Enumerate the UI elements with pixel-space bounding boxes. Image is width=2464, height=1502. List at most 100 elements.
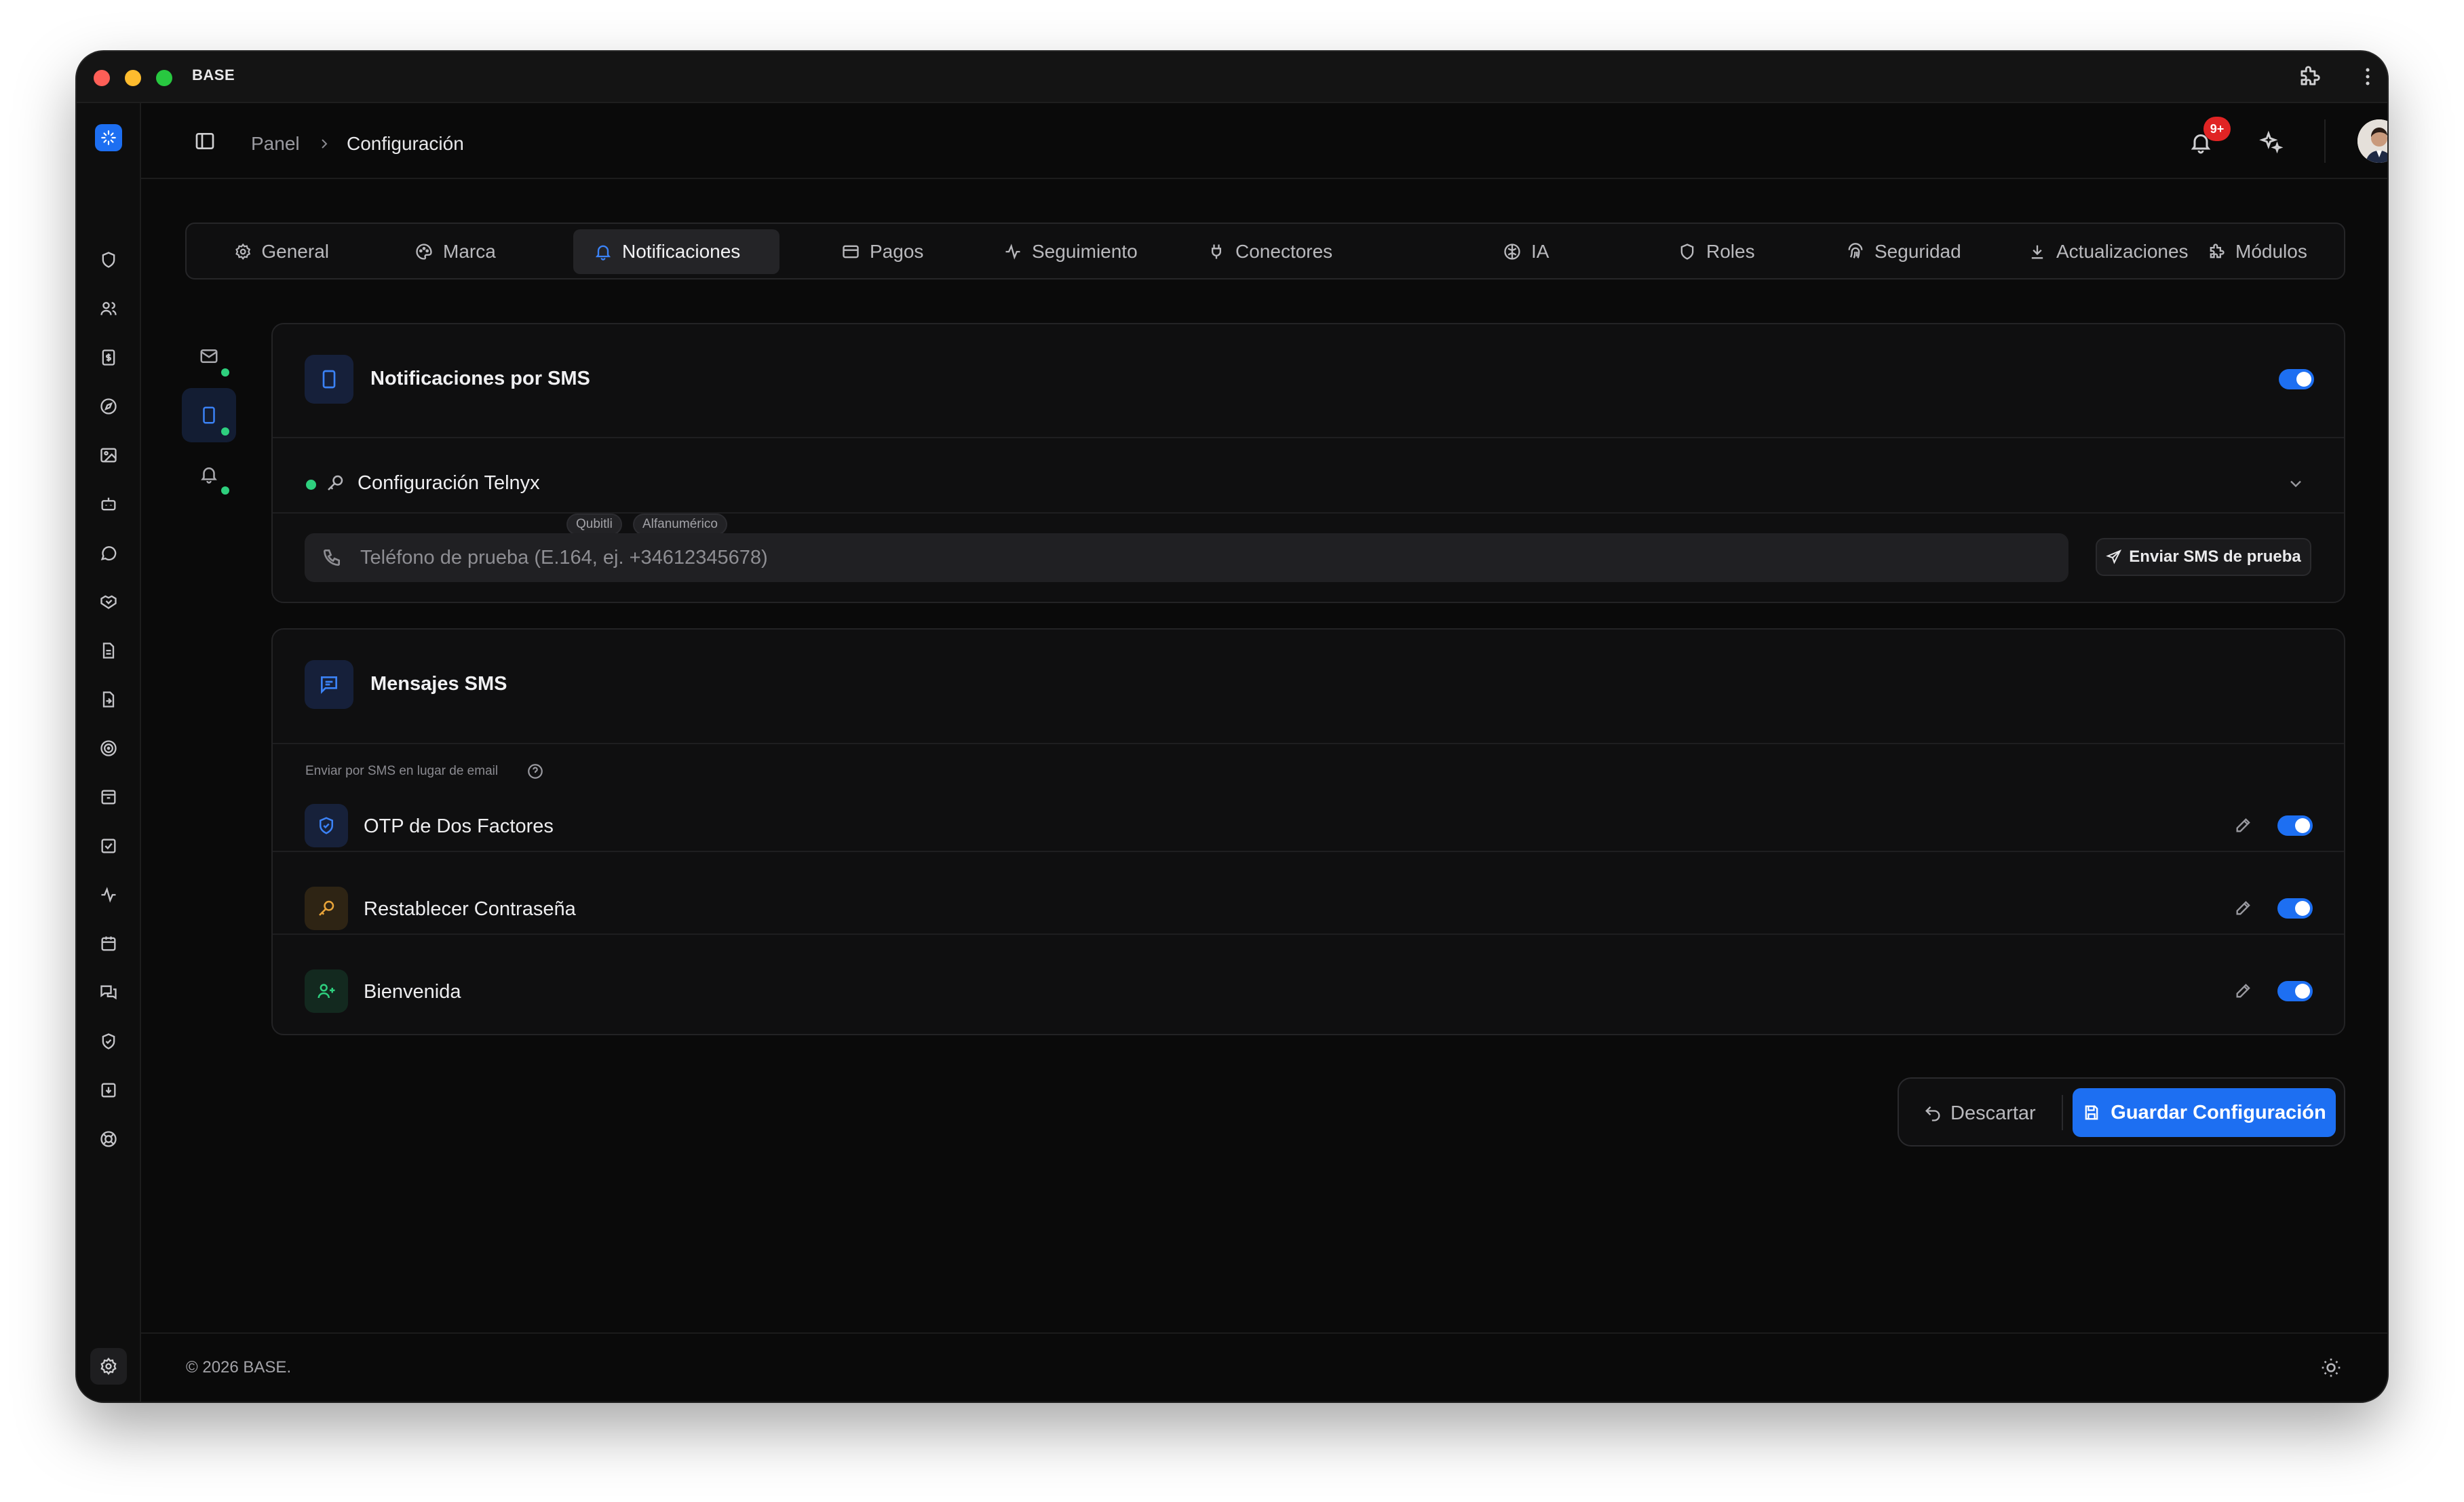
breadcrumb-panel[interactable]: Panel: [251, 133, 300, 155]
status-dot: [221, 368, 229, 377]
app-window: BASE Panel Configuración 9+ General Marc…: [77, 52, 2387, 1402]
shield-check-icon: [305, 804, 348, 847]
puzzle-icon: [2210, 244, 2225, 258]
minimize-window-button[interactable]: [125, 70, 141, 86]
icon-rail: [77, 103, 141, 1402]
rail-file-import-icon[interactable]: [95, 686, 122, 713]
sms-messages-card: Mensajes SMS Enviar por SMS en lugar de …: [271, 628, 2345, 1035]
save-settings-button[interactable]: Guardar Configuración: [2073, 1088, 2336, 1137]
tab-ia[interactable]: IA: [1482, 229, 1577, 274]
discard-button[interactable]: Descartar: [1912, 1091, 2047, 1136]
tab-marca[interactable]: Marca: [394, 229, 530, 274]
sparkles-icon[interactable]: [2258, 130, 2284, 156]
sms-enabled-toggle[interactable]: [2279, 369, 2314, 389]
fingerprint-icon: [1848, 243, 1863, 258]
edit-pencil-icon[interactable]: [2234, 981, 2253, 1000]
tab-label: Marca: [443, 241, 496, 262]
title-bar: BASE: [77, 52, 2387, 103]
more-vertical-icon[interactable]: [2356, 65, 2379, 88]
smartphone-icon: [203, 406, 215, 424]
rail-document-icon[interactable]: [95, 637, 122, 664]
otp-toggle[interactable]: [2277, 815, 2313, 836]
channel-email[interactable]: [182, 329, 236, 383]
mail-icon: [200, 349, 218, 363]
tab-notificaciones[interactable]: Notificaciones: [573, 229, 779, 274]
key-icon: [305, 887, 348, 930]
chevron-down-icon[interactable]: [2286, 474, 2305, 493]
welcome-toggle[interactable]: [2277, 981, 2313, 1001]
channel-sms[interactable]: [182, 388, 236, 442]
rail-users-icon[interactable]: [95, 295, 122, 322]
save-label: Guardar Configuración: [2111, 1101, 2326, 1123]
tab-roles[interactable]: Roles: [1657, 229, 1793, 274]
settings-button[interactable]: [90, 1348, 127, 1385]
bell-icon: [595, 245, 611, 261]
rail-help-icon[interactable]: [95, 1125, 122, 1153]
rail-invoice-icon[interactable]: [95, 344, 122, 371]
user-avatar[interactable]: [2357, 119, 2387, 163]
send-icon: [2106, 550, 2122, 564]
rail-shield-check-icon[interactable]: [95, 1028, 122, 1055]
message-row-label: OTP de Dos Factores: [364, 815, 554, 837]
edit-pencil-icon[interactable]: [2234, 815, 2253, 834]
tab-label: General: [261, 241, 329, 262]
rail-image-icon[interactable]: [95, 442, 122, 469]
rail-activity-icon[interactable]: [95, 881, 122, 908]
sun-icon[interactable]: [2320, 1357, 2342, 1379]
tab-label: Pagos: [870, 241, 924, 262]
messages-card-title: Mensajes SMS: [370, 673, 507, 695]
rail-archive-icon[interactable]: [95, 784, 122, 811]
password-reset-toggle[interactable]: [2277, 898, 2313, 919]
tab-label: Roles: [1706, 241, 1755, 262]
palette-icon: [416, 244, 432, 260]
tab-label: IA: [1531, 241, 1549, 262]
tab-label: Actualizaciones: [2056, 241, 2189, 262]
send-test-sms-button[interactable]: Enviar SMS de prueba: [2096, 538, 2311, 576]
rail-checkbox-icon[interactable]: [95, 832, 122, 860]
rail-download-box-icon[interactable]: [95, 1077, 122, 1104]
footer: © 2026 BASE.: [141, 1332, 2387, 1402]
rail-calendar-icon[interactable]: [95, 930, 122, 957]
edit-pencil-icon[interactable]: [2234, 898, 2253, 917]
tab-conectores[interactable]: Conectores: [1187, 229, 1363, 274]
tab-modulos[interactable]: Módulos: [2187, 229, 2336, 274]
provider-config-label[interactable]: Configuración Telnyx: [358, 472, 540, 495]
window-title: BASE: [192, 66, 235, 83]
status-dot: [221, 427, 229, 436]
channel-push[interactable]: [182, 447, 236, 501]
rail-shield-icon[interactable]: [95, 246, 122, 273]
rail-compass-icon[interactable]: [95, 393, 122, 420]
settings-tabs: General Marca Notificaciones Pagos Segui…: [185, 223, 2345, 280]
sender-type-badge: Alfanumérico: [633, 514, 727, 535]
shield-icon: [1680, 244, 1694, 260]
tab-general[interactable]: General: [214, 229, 349, 274]
help-circle-icon[interactable]: [526, 763, 544, 780]
status-dot: [306, 480, 316, 490]
gear-icon: [235, 243, 251, 260]
rail-bot-icon[interactable]: [95, 490, 122, 518]
activity-icon: [1005, 244, 1020, 260]
sidebar-toggle-icon[interactable]: [194, 130, 216, 152]
save-icon: [2085, 1105, 2098, 1120]
brain-icon: [1504, 244, 1520, 260]
test-phone-input[interactable]: Teléfono de prueba (E.164, ej. +34612345…: [305, 533, 2068, 582]
messages-subtitle: Enviar por SMS en lugar de email: [305, 764, 499, 778]
maximize-window-button[interactable]: [156, 70, 172, 86]
rail-handshake-icon[interactable]: [95, 588, 122, 615]
tab-seguimiento[interactable]: Seguimiento: [983, 229, 1180, 274]
rail-radar-icon[interactable]: [95, 735, 122, 762]
tab-seguridad[interactable]: Seguridad: [1826, 229, 1995, 274]
extension-icon[interactable]: [2296, 64, 2322, 90]
send-test-label: Enviar SMS de prueba: [2129, 547, 2301, 566]
copyright: © 2026 BASE.: [186, 1358, 292, 1376]
rail-chat-icon[interactable]: [95, 539, 122, 566]
message-row-label: Restablecer Contraseña: [364, 898, 576, 920]
tab-pagos[interactable]: Pagos: [821, 229, 957, 274]
close-window-button[interactable]: [94, 70, 110, 86]
user-plus-icon: [305, 969, 348, 1013]
breadcrumb-current: Configuración: [347, 133, 464, 154]
app-logo[interactable]: [95, 124, 122, 151]
phone-icon: [321, 547, 343, 569]
top-bar: Panel Configuración 9+: [141, 103, 2387, 179]
rail-messages-icon[interactable]: [95, 979, 122, 1006]
